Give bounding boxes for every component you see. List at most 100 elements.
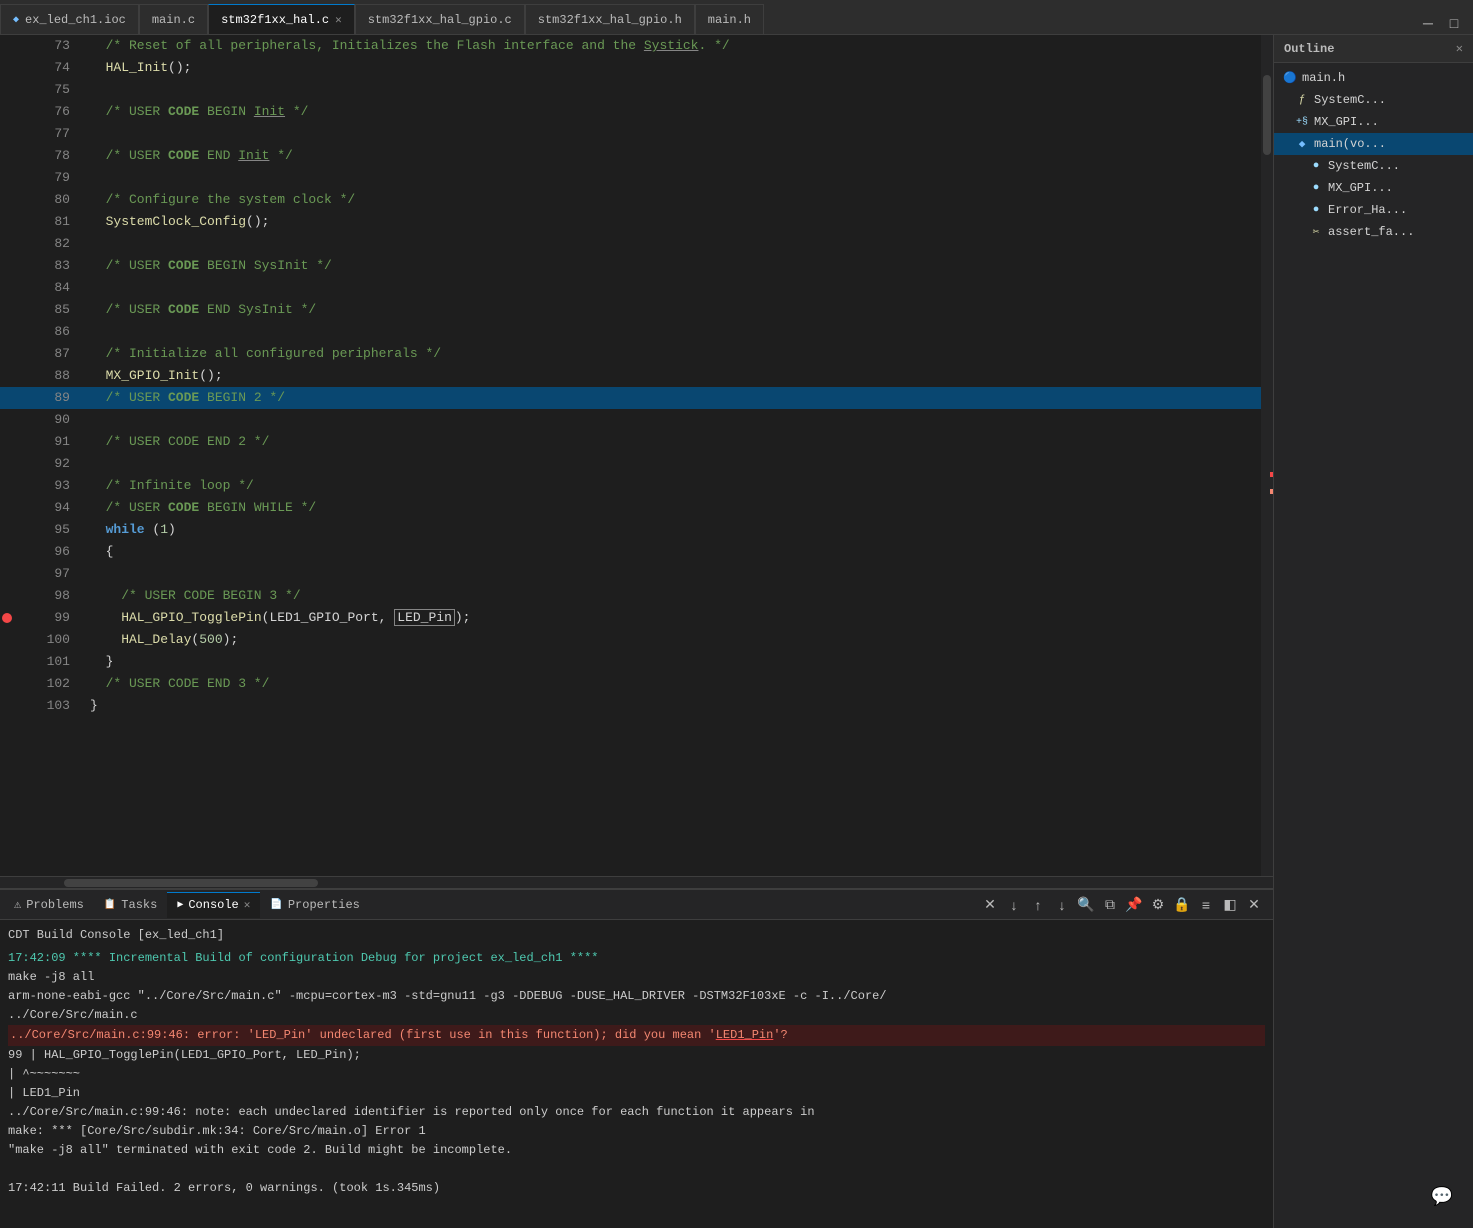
minimize-button[interactable]: ─ xyxy=(1417,12,1439,34)
line-content[interactable] xyxy=(86,321,1261,343)
up-button[interactable]: ↑ xyxy=(1027,894,1049,916)
copy-button[interactable]: ⧉ xyxy=(1099,894,1121,916)
console-line: "make -j8 all" terminated with exit code… xyxy=(8,1141,1265,1160)
line-content[interactable] xyxy=(86,79,1261,101)
line-content[interactable]: MX_GPIO_Init(); xyxy=(86,365,1261,387)
line-content[interactable] xyxy=(86,123,1261,145)
line-content[interactable]: /* Reset of all peripherals, Initializes… xyxy=(86,35,1261,57)
line-content[interactable]: /* USER CODE BEGIN Init */ xyxy=(86,101,1261,123)
search-button[interactable]: 🔍 xyxy=(1075,894,1097,916)
maximize-button[interactable]: □ xyxy=(1443,12,1465,34)
tab-stm32f1xx-hal-gpio-h[interactable]: stm32f1xx_hal_gpio.h xyxy=(525,4,695,34)
error-dot xyxy=(2,613,12,623)
table-row: 100 HAL_Delay(500); xyxy=(0,629,1261,651)
console-content[interactable]: CDT Build Console [ex_led_ch1] 17:42:09 … xyxy=(0,920,1273,1228)
line-content[interactable]: /* USER CODE BEGIN SysInit */ xyxy=(86,255,1261,277)
line-content[interactable]: /* USER CODE END Init */ xyxy=(86,145,1261,167)
outline-item-assert-failed[interactable]: ✂ assert_fa... xyxy=(1274,221,1473,243)
console-icon: ▶ xyxy=(177,899,183,911)
code-scroll[interactable]: 73 /* Reset of all peripherals, Initiali… xyxy=(0,35,1261,876)
outline-item-systemc-nested[interactable]: ● SystemC... xyxy=(1274,155,1473,177)
line-content[interactable]: } xyxy=(86,695,1261,717)
outline-item-mx-gpio[interactable]: +§ MX_GPI... xyxy=(1274,111,1473,133)
console-error-line: ../Core/Src/main.c:99:46: error: 'LED_Pi… xyxy=(8,1025,1265,1046)
pin-button[interactable]: 📌 xyxy=(1123,894,1145,916)
console-title: CDT Build Console [ex_led_ch1] xyxy=(8,926,1265,945)
line-content[interactable]: HAL_GPIO_TogglePin(LED1_GPIO_Port, LED_P… xyxy=(86,607,1261,629)
line-content[interactable]: } xyxy=(86,651,1261,673)
line-content[interactable] xyxy=(86,453,1261,475)
outline-close-icon[interactable]: ✕ xyxy=(1456,41,1463,56)
st-logo: 💬 xyxy=(1431,1186,1453,1208)
table-row: 73 /* Reset of all peripherals, Initiali… xyxy=(0,35,1261,57)
tab-label: stm32f1xx_hal_gpio.h xyxy=(538,13,682,27)
line-content[interactable]: /* USER CODE BEGIN 3 */ xyxy=(86,585,1261,607)
table-row: 75 xyxy=(0,79,1261,101)
tab-problems[interactable]: ⚠ Problems xyxy=(4,892,94,918)
outline-item-error-handler[interactable]: ● Error_Ha... xyxy=(1274,199,1473,221)
line-content[interactable]: HAL_Init(); xyxy=(86,57,1261,79)
outline-item-label: assert_fa... xyxy=(1328,225,1414,239)
horizontal-scrollbar[interactable] xyxy=(0,876,1273,888)
table-row: 101 } xyxy=(0,651,1261,673)
outline-panel: Outline ✕ 🔵 main.h ƒ SystemC... +§ MX_GP… xyxy=(1273,35,1473,1228)
show-console-button[interactable]: ◧ xyxy=(1219,894,1241,916)
line-number: 89 xyxy=(0,387,86,409)
tab-main-c[interactable]: main.c xyxy=(139,4,208,34)
line-number: 77 xyxy=(0,123,86,145)
line-content[interactable]: /* USER CODE END 3 */ xyxy=(86,673,1261,695)
outline-item-main-func[interactable]: ◆ main(vo... xyxy=(1274,133,1473,155)
line-content[interactable]: /* Initialize all configured peripherals… xyxy=(86,343,1261,365)
table-row: 103 } xyxy=(0,695,1261,717)
line-content[interactable]: /* Infinite loop */ xyxy=(86,475,1261,497)
down-button[interactable]: ↓ xyxy=(1051,894,1073,916)
tab-close-icon[interactable]: ✕ xyxy=(335,13,342,27)
tab-stm32f1xx-hal-gpio-c[interactable]: stm32f1xx_hal_gpio.c xyxy=(355,4,525,34)
line-content[interactable]: /* USER CODE BEGIN WHILE */ xyxy=(86,497,1261,519)
line-content[interactable]: SystemClock_Config(); xyxy=(86,211,1261,233)
line-number: 90 xyxy=(0,409,86,431)
tab-close-icon[interactable]: ✕ xyxy=(244,898,251,912)
table-row: 98 /* USER CODE BEGIN 3 */ xyxy=(0,585,1261,607)
line-number: 86 xyxy=(0,321,86,343)
outline-item-mx-gpio-nested[interactable]: ● MX_GPI... xyxy=(1274,177,1473,199)
line-content[interactable] xyxy=(86,167,1261,189)
tab-stm32f1xx-hal-c[interactable]: stm32f1xx_hal.c ✕ xyxy=(208,4,355,34)
outline-item-label: SystemC... xyxy=(1314,93,1386,107)
hide-button[interactable]: ✕ xyxy=(1243,894,1265,916)
tab-ex-led-ch1-ioc[interactable]: ◆ ex_led_ch1.ioc xyxy=(0,4,139,34)
tab-label: Console xyxy=(188,898,238,912)
line-content[interactable] xyxy=(86,277,1261,299)
vertical-scrollbar[interactable] xyxy=(1261,35,1273,876)
word-wrap-button[interactable]: ≡ xyxy=(1195,894,1217,916)
settings-button[interactable]: ⚙ xyxy=(1147,894,1169,916)
tab-console[interactable]: ▶ Console ✕ xyxy=(167,892,260,918)
table-row: 91 /* USER CODE END 2 */ xyxy=(0,431,1261,453)
scroll-lock-button[interactable]: 🔒 xyxy=(1171,894,1193,916)
line-content[interactable]: while (1) xyxy=(86,519,1261,541)
outline-item-systemc[interactable]: ƒ SystemC... xyxy=(1274,89,1473,111)
tab-label: Problems xyxy=(26,898,84,912)
stop-button[interactable]: ✕ xyxy=(979,894,1001,916)
outline-item-main-h[interactable]: 🔵 main.h xyxy=(1274,67,1473,89)
line-content[interactable]: /* USER CODE BEGIN 2 */ xyxy=(86,387,1261,409)
tab-properties[interactable]: 📄 Properties xyxy=(260,892,369,918)
table-row: 93 /* Infinite loop */ xyxy=(0,475,1261,497)
line-number: 95 xyxy=(0,519,86,541)
table-row: 77 xyxy=(0,123,1261,145)
tab-tasks[interactable]: 📋 Tasks xyxy=(94,892,167,918)
line-content[interactable]: HAL_Delay(500); xyxy=(86,629,1261,651)
console-line: 99 | HAL_GPIO_TogglePin(LED1_GPIO_Port, … xyxy=(8,1046,1265,1065)
tab-main-h[interactable]: main.h xyxy=(695,4,764,34)
line-content[interactable] xyxy=(86,409,1261,431)
h-scrollbar-thumb xyxy=(64,879,319,887)
code-container: 73 /* Reset of all peripherals, Initiali… xyxy=(0,35,1261,876)
line-content[interactable]: { xyxy=(86,541,1261,563)
line-content[interactable] xyxy=(86,233,1261,255)
line-content[interactable] xyxy=(86,563,1261,585)
line-content[interactable]: /* USER CODE END 2 */ xyxy=(86,431,1261,453)
clear-button[interactable]: ↓ xyxy=(1003,894,1025,916)
line-content[interactable]: /* Configure the system clock */ xyxy=(86,189,1261,211)
line-content[interactable]: /* USER CODE END SysInit */ xyxy=(86,299,1261,321)
function-icon: ƒ xyxy=(1294,92,1310,108)
